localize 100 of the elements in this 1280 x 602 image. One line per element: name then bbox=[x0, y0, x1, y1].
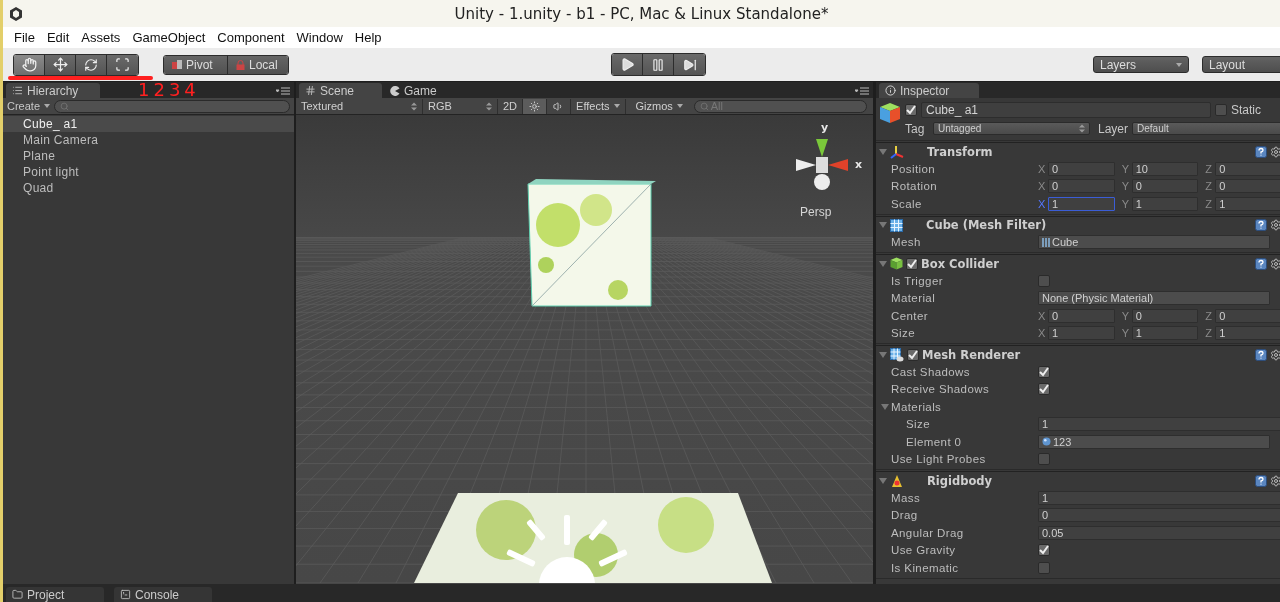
expanded-triangle-icon[interactable] bbox=[879, 147, 887, 156]
bottom-tab[interactable]: Project bbox=[6, 587, 104, 602]
number-field[interactable]: 1 bbox=[1131, 196, 1199, 211]
tag-dropdown[interactable]: Untagged bbox=[933, 122, 1090, 135]
pivot-button[interactable]: Pivot bbox=[164, 55, 228, 74]
layout-dropdown[interactable]: Layout bbox=[1202, 56, 1280, 73]
inspector-tab[interactable]: Inspector bbox=[879, 83, 980, 98]
object-field[interactable]: 123 bbox=[1038, 434, 1270, 449]
folder-icon bbox=[12, 589, 23, 600]
number-field[interactable]: 0 bbox=[1215, 179, 1280, 194]
expanded-triangle-icon[interactable] bbox=[879, 259, 887, 268]
scene-viewport-drawing[interactable] bbox=[296, 115, 873, 583]
checkbox[interactable] bbox=[1038, 561, 1050, 574]
x-axis-label: x bbox=[855, 158, 863, 171]
bottom-tab[interactable]: Console bbox=[114, 587, 212, 602]
lighting-toggle[interactable] bbox=[522, 98, 547, 114]
expanded-triangle-icon[interactable] bbox=[879, 221, 887, 229]
expanded-triangle-icon[interactable] bbox=[879, 350, 887, 359]
active-checkbox[interactable] bbox=[905, 103, 917, 116]
enabled-checkbox[interactable] bbox=[907, 348, 919, 361]
tool-button[interactable] bbox=[76, 54, 107, 75]
foldout-label[interactable]: Materials bbox=[891, 400, 1038, 413]
panel-menu-icon[interactable] bbox=[855, 87, 869, 95]
tool-button[interactable] bbox=[107, 54, 138, 75]
local-button[interactable]: Local bbox=[228, 55, 288, 74]
number-field[interactable]: 1 bbox=[1131, 326, 1199, 341]
enabled-checkbox[interactable] bbox=[906, 257, 918, 270]
view-tab[interactable]: Game bbox=[384, 83, 465, 98]
hierarchy-item[interactable]: Cube_ a1 bbox=[3, 116, 294, 132]
effects-dropdown[interactable]: Effects bbox=[570, 98, 625, 114]
settings-icon[interactable] bbox=[1270, 219, 1280, 231]
render-mode-dropdown[interactable]: RGB bbox=[422, 98, 497, 114]
menu-item[interactable]: File bbox=[9, 30, 40, 45]
number-field[interactable]: 1 bbox=[1215, 196, 1280, 211]
playback-button[interactable] bbox=[643, 54, 674, 75]
settings-icon[interactable] bbox=[1270, 145, 1280, 158]
number-field[interactable]: 0 bbox=[1131, 308, 1199, 323]
checkbox[interactable] bbox=[1038, 453, 1050, 466]
number-field[interactable]: 0 bbox=[1038, 508, 1280, 523]
object-field[interactable]: Cube bbox=[1038, 235, 1270, 250]
number-field[interactable]: 0 bbox=[1215, 161, 1280, 176]
axis-label: Z bbox=[1205, 197, 1214, 210]
number-field[interactable]: 0 bbox=[1048, 308, 1115, 323]
layers-dropdown[interactable]: Layers bbox=[1093, 56, 1189, 73]
help-icon[interactable] bbox=[1255, 257, 1267, 270]
axis-label: Y bbox=[1121, 180, 1130, 193]
checkbox[interactable] bbox=[1038, 274, 1050, 287]
object-field[interactable]: None (Physic Material) bbox=[1038, 291, 1270, 306]
projection-label[interactable]: Persp bbox=[800, 205, 832, 219]
checkbox[interactable] bbox=[1038, 383, 1050, 396]
help-icon[interactable] bbox=[1255, 474, 1267, 487]
help-icon[interactable] bbox=[1255, 145, 1267, 158]
checkbox[interactable] bbox=[1038, 365, 1050, 378]
hierarchy-item[interactable]: Plane bbox=[3, 148, 294, 164]
number-field[interactable]: 10 bbox=[1131, 161, 1199, 176]
info-icon bbox=[885, 85, 896, 96]
number-field[interactable]: 0 bbox=[1215, 308, 1280, 323]
static-checkbox[interactable] bbox=[1215, 103, 1227, 116]
hierarchy-item[interactable]: Main Camera bbox=[3, 132, 294, 148]
gizmos-dropdown[interactable]: Gizmos bbox=[624, 98, 688, 114]
expanded-triangle-icon[interactable] bbox=[879, 476, 887, 485]
checkbox[interactable] bbox=[1038, 544, 1050, 557]
draw-mode-dropdown[interactable]: Textured bbox=[296, 98, 422, 114]
number-field[interactable]: 1 bbox=[1048, 326, 1115, 341]
search-field[interactable] bbox=[54, 99, 290, 113]
cube-icon bbox=[879, 102, 901, 124]
number-field[interactable]: 0 bbox=[1131, 179, 1199, 194]
playback-button[interactable] bbox=[612, 54, 643, 75]
menu-item[interactable]: Component bbox=[212, 30, 290, 45]
layer-dropdown[interactable]: Default bbox=[1132, 122, 1280, 135]
menu-item[interactable]: Edit bbox=[41, 30, 75, 45]
menu-item[interactable]: Help bbox=[349, 30, 387, 45]
number-field[interactable]: 1 bbox=[1038, 490, 1280, 505]
orientation-gizmo-icon[interactable] bbox=[794, 137, 850, 192]
menu-item[interactable]: Assets bbox=[76, 30, 126, 45]
number-field[interactable]: 0.05 bbox=[1038, 525, 1280, 540]
object-name-field[interactable]: Cube_ a1 bbox=[921, 101, 1211, 118]
menu-item[interactable]: GameObject bbox=[127, 30, 211, 45]
playback-button[interactable] bbox=[674, 54, 705, 75]
expanded-triangle-icon[interactable] bbox=[881, 402, 889, 411]
settings-icon[interactable] bbox=[1270, 474, 1280, 487]
view-tab[interactable]: Scene bbox=[299, 83, 383, 98]
create-menu[interactable]: Create bbox=[7, 100, 41, 112]
hierarchy-tab[interactable]: Hierarchy bbox=[6, 83, 101, 98]
help-icon[interactable] bbox=[1255, 348, 1267, 361]
hierarchy-item[interactable]: Point light bbox=[3, 164, 294, 180]
tool-button[interactable] bbox=[45, 54, 76, 75]
property-label: Size bbox=[906, 418, 931, 431]
number-field[interactable]: 1 bbox=[1048, 196, 1115, 211]
hierarchy-item[interactable]: Quad bbox=[3, 180, 294, 196]
number-field[interactable]: 1 bbox=[1038, 417, 1280, 432]
panel-menu-icon[interactable] bbox=[276, 87, 290, 95]
settings-icon[interactable] bbox=[1270, 257, 1280, 270]
help-icon[interactable] bbox=[1255, 219, 1267, 231]
number-field[interactable]: 0 bbox=[1048, 179, 1115, 194]
settings-icon[interactable] bbox=[1270, 348, 1280, 361]
menu-item[interactable]: Window bbox=[291, 30, 348, 45]
tool-button[interactable] bbox=[14, 54, 45, 75]
number-field[interactable]: 0 bbox=[1048, 161, 1115, 176]
number-field[interactable]: 1 bbox=[1215, 326, 1280, 341]
